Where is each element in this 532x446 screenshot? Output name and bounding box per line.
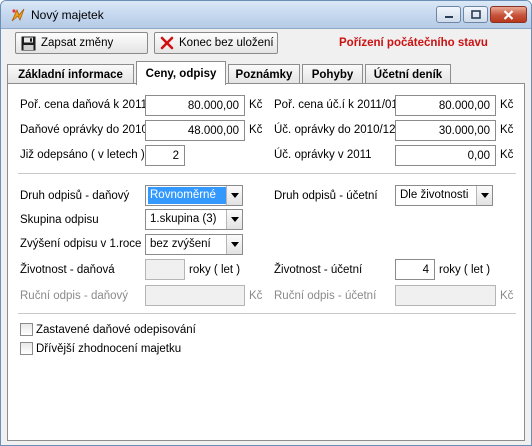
por-cena-danova-label: Poř. cena daňová k 2011 bbox=[20, 99, 148, 111]
druh-odpisu-danovy-select[interactable]: Rovnoměrné bbox=[145, 185, 243, 206]
toolbar: Zapsat změny Konec bez uložení Pořízení … bbox=[9, 31, 525, 55]
dialog-window: Nový majetek Zapsat změny Konec bez ulož… bbox=[0, 0, 532, 446]
uc-opravky-2010-label: Úč. oprávky do 2010/12 bbox=[274, 124, 396, 136]
danove-opravky-unit: Kč bbox=[249, 124, 263, 136]
zivotnost-ucetni-label: Životnost - účetní bbox=[274, 264, 363, 276]
uc-opravky-2011-field[interactable]: 0,00 bbox=[395, 145, 496, 166]
app-icon bbox=[11, 8, 25, 22]
close-button[interactable] bbox=[490, 6, 527, 23]
druh-odpisu-danovy-value: Rovnoměrné bbox=[148, 187, 226, 204]
dropdown-arrow-icon[interactable] bbox=[226, 186, 242, 205]
zivotnost-danova-unit: roky ( let ) bbox=[189, 264, 241, 276]
rucni-odpis-ucetni-field[interactable] bbox=[395, 285, 496, 306]
danove-opravky-label: Daňové oprávky do 2010 bbox=[20, 124, 148, 136]
por-cena-danova-field[interactable]: 80.000,00 bbox=[145, 95, 245, 116]
zvyseni-odpisu-label: Zvýšení odpisu v 1.roce bbox=[20, 238, 142, 250]
por-cena-danova-unit: Kč bbox=[249, 99, 263, 111]
zivotnost-danova-label: Životnost - daňová bbox=[20, 264, 115, 276]
zivotnost-danova-field[interactable] bbox=[145, 259, 185, 280]
rucni-odpis-danovy-unit: Kč bbox=[249, 290, 263, 302]
tab-zakladni-informace[interactable]: Základní informace bbox=[7, 64, 134, 84]
mode-status-title: Pořízení počátečního stavu bbox=[339, 37, 488, 49]
druh-odpisu-ucetni-select[interactable]: Dle životnosti bbox=[395, 185, 493, 206]
skupina-odpisu-select[interactable]: 1.skupina (3) bbox=[145, 209, 243, 230]
druh-odpisu-danovy-label: Druh odpisů - daňový bbox=[20, 190, 130, 202]
druh-odpisu-ucetni-label: Druh odpisů - účetní bbox=[274, 190, 378, 202]
tab-panel-ceny-odpisy: Poř. cena daňová k 2011 80.000,00 Kč Daň… bbox=[7, 83, 525, 441]
maximize-icon bbox=[470, 10, 481, 19]
jiz-odepsano-field[interactable]: 2 bbox=[145, 145, 185, 166]
save-button[interactable]: Zapsat změny bbox=[15, 32, 148, 54]
zivotnost-ucetni-unit: roky ( let ) bbox=[439, 264, 491, 276]
tab-ucetni-denik[interactable]: Účetní deník bbox=[365, 64, 451, 84]
red-x-icon bbox=[160, 36, 174, 50]
rucni-odpis-danovy-label: Ruční odpis - daňový bbox=[20, 290, 129, 302]
dropdown-arrow-icon[interactable] bbox=[226, 235, 242, 254]
drivejsi-zhodnoceni-checkbox[interactable] bbox=[20, 342, 33, 355]
jiz-odepsano-label: Již odepsáno ( v letech ) bbox=[20, 149, 145, 161]
title-bar: Nový majetek bbox=[1, 1, 531, 29]
section-divider bbox=[18, 313, 516, 314]
dropdown-arrow-icon[interactable] bbox=[226, 210, 242, 229]
por-cena-ucetni-field[interactable]: 80.000,00 bbox=[395, 95, 496, 116]
tab-pohyby[interactable]: Pohyby bbox=[302, 64, 363, 84]
minimize-icon bbox=[444, 15, 453, 18]
zivotnost-ucetni-field[interactable]: 4 bbox=[395, 259, 435, 280]
save-button-label: Zapsat změny bbox=[41, 37, 114, 49]
skupina-odpisu-label: Skupina odpisu bbox=[20, 214, 99, 226]
zastavene-odepisovani-label[interactable]: Zastavené daňové odepisování bbox=[36, 324, 196, 336]
cancel-button-label: Konec bez uložení bbox=[179, 37, 274, 49]
minimize-button[interactable] bbox=[436, 6, 461, 23]
cancel-button[interactable]: Konec bez uložení bbox=[154, 32, 278, 54]
zastavene-odepisovani-checkbox[interactable] bbox=[20, 323, 33, 336]
maximize-button[interactable] bbox=[463, 6, 488, 23]
skupina-odpisu-value: 1.skupina (3) bbox=[150, 213, 217, 225]
uc-opravky-2011-unit: Kč bbox=[500, 149, 514, 161]
zvyseni-odpisu-select[interactable]: bez zvýšení bbox=[145, 234, 243, 255]
drivejsi-zhodnoceni-label[interactable]: Dřívější zhodnocení majetku bbox=[36, 343, 181, 355]
uc-opravky-2010-field[interactable]: 30.000,00 bbox=[395, 120, 496, 141]
window-title: Nový majetek bbox=[31, 8, 104, 22]
tab-poznamky[interactable]: Poznámky bbox=[228, 64, 300, 84]
floppy-disk-icon bbox=[21, 36, 36, 50]
uc-opravky-2011-label: Úč. oprávky v 2011 bbox=[274, 149, 372, 161]
section-divider bbox=[18, 173, 516, 174]
close-icon bbox=[503, 9, 514, 20]
rucni-odpis-ucetni-unit: Kč bbox=[500, 290, 514, 302]
druh-odpisu-ucetni-value: Dle životnosti bbox=[400, 189, 469, 201]
rucni-odpis-danovy-field[interactable] bbox=[145, 285, 245, 306]
rucni-odpis-ucetni-label: Ruční odpis - účetní bbox=[274, 290, 377, 302]
uc-opravky-2010-unit: Kč bbox=[500, 124, 514, 136]
tab-bar: Základní informace Ceny, odpisy Poznámky… bbox=[7, 61, 527, 85]
tab-ceny-odpisy[interactable]: Ceny, odpisy bbox=[136, 61, 226, 85]
por-cena-ucetni-unit: Kč bbox=[500, 99, 514, 111]
dropdown-arrow-icon[interactable] bbox=[476, 186, 492, 205]
danove-opravky-field[interactable]: 48.000,00 bbox=[145, 120, 245, 141]
por-cena-ucetni-label: Poř. cena úč.í k 2011/01 bbox=[274, 99, 398, 111]
zvyseni-odpisu-value: bez zvýšení bbox=[150, 238, 211, 250]
